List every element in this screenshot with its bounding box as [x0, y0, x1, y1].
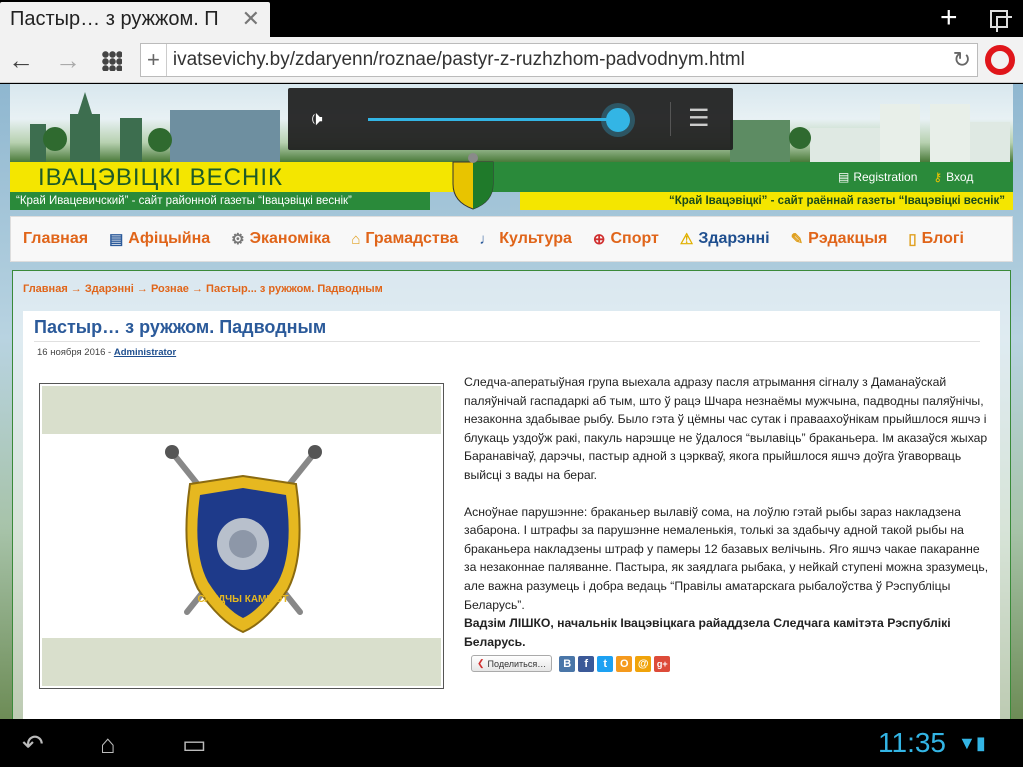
breadcrumb[interactable]: Главная → Здарэнні → Рознае → Пастыр... …	[23, 283, 383, 295]
document-icon: ▤	[109, 231, 124, 248]
menu-item-label: Афіцыйна	[128, 230, 211, 247]
recent-apps-icon[interactable]: ▭	[182, 729, 207, 760]
warning-icon: ⚠	[679, 231, 694, 248]
twitter-icon[interactable]: t	[597, 655, 614, 672]
menu-item-label: Рэдакцыя	[808, 230, 888, 247]
add-bookmark-icon[interactable]: +	[141, 44, 167, 76]
volume-overlay: 🕩 ☰	[288, 88, 733, 150]
newspaper-icon: ✎	[790, 231, 804, 248]
menu-item-label: Главная	[23, 230, 89, 247]
forward-icon[interactable]: →	[55, 45, 81, 76]
volume-divider	[670, 102, 671, 136]
article-title[interactable]: Пастыр… з ружжом. Падводным	[34, 317, 326, 338]
system-home-icon[interactable]: ⌂	[100, 729, 116, 760]
googleplus-icon[interactable]: g+	[654, 655, 671, 672]
menu-item-economy[interactable]: ⚙ Эканоміка	[231, 230, 330, 248]
close-tab-icon[interactable]: ✕	[242, 6, 260, 32]
id-card-icon: ▤	[838, 170, 850, 184]
menu-item-label: Спорт	[610, 230, 659, 247]
share-button[interactable]: ❮ Поделиться…	[471, 655, 553, 672]
login-label: Вход	[946, 170, 974, 184]
tab-title: Пастыр… з ружжом. П	[10, 8, 219, 30]
music-note-icon: ♩	[479, 230, 495, 248]
menu-item-label: Эканоміка	[249, 230, 331, 247]
article-date: 16 ноября 2016 -	[37, 347, 114, 358]
menu-item-label: Блогі	[921, 230, 964, 247]
web-page: ІВАЦЭВІЦКІ ВЕСНІК ▤ Registration ⚷ Вход “К…	[0, 84, 1023, 719]
account-links: ▤ Registration ⚷ Вход	[838, 170, 973, 184]
vk-icon[interactable]: В	[559, 655, 576, 672]
address-bar: ← → + ivatsevichy.by/zdaryenn/roznae/pas…	[0, 37, 1023, 83]
tagline-left: “Край Ивацевичский” - сайт районной газе…	[10, 192, 430, 210]
title-divider	[34, 341, 980, 342]
menu-item-incidents[interactable]: ⚠ Здарэнні	[680, 230, 770, 248]
sound-settings-icon[interactable]: ☰	[688, 104, 710, 133]
menu-item-editorial[interactable]: ✎ Рэдакцыя	[791, 230, 888, 248]
wifi-icon: ▼	[958, 733, 976, 753]
menu-item-label: Грамадства	[365, 230, 459, 247]
system-navigation-bar: ↶ ⌂ ▭ 11:35 ▼▮	[0, 719, 1023, 767]
menu-item-sport[interactable]: ⊕ Спорт	[593, 230, 659, 248]
coat-of-arms-icon	[452, 153, 494, 210]
share-icon: ❮	[477, 658, 485, 668]
article-paragraph: Асноўнае парушэнне: браканьер вылавіў со…	[464, 504, 989, 612]
facebook-icon[interactable]: f	[578, 655, 595, 672]
share-bar: ❮ Поделиться… В f t О @ g+	[471, 655, 671, 672]
lifebuoy-icon: ⊕	[592, 231, 606, 248]
home-icon: ⌂	[351, 230, 361, 248]
book-icon: ▯	[908, 231, 917, 248]
url-text[interactable]: ivatsevichy.by/zdaryenn/roznae/pastyr-z-…	[167, 49, 745, 71]
url-field[interactable]: + ivatsevichy.by/zdaryenn/roznae/pastyr-…	[140, 43, 978, 77]
menu-item-label: Культура	[499, 230, 572, 247]
status-icons: ▼▮	[958, 733, 986, 754]
opera-icon[interactable]	[985, 45, 1015, 75]
investigative-committee-emblem: СЛЕДЧЫ КАМІТЭТ	[165, 445, 322, 634]
volume-slider-thumb[interactable]	[606, 108, 630, 132]
article-paragraph: Следча-аператыўная група выехала адразу …	[464, 375, 988, 482]
menu-item-blogs[interactable]: ▯ Блогі	[908, 230, 964, 248]
clock: 11:35	[878, 727, 946, 758]
article-signature: Вадзім ЛІШКО, начальнік Івацэвіцкага рай…	[464, 616, 951, 649]
odnoklassniki-icon[interactable]: О	[616, 655, 633, 672]
system-back-icon[interactable]: ↶	[22, 729, 44, 760]
article: Пастыр… з ружжом. Падводным 16 ноября 20…	[23, 311, 1000, 719]
menu-item-home[interactable]: Главная	[23, 230, 88, 248]
login-link[interactable]: ⚷ Вход	[933, 170, 973, 184]
menu-item-culture[interactable]: ♩ Культура	[479, 230, 572, 248]
back-icon[interactable]: ←	[8, 45, 34, 76]
menu-item-society[interactable]: ⌂ Грамадства	[351, 230, 458, 248]
site-title[interactable]: ІВАЦЭВІЦКІ ВЕСНІК	[38, 164, 283, 192]
new-tab-icon[interactable]: +	[940, 2, 958, 34]
browser-tab-strip: Пастыр… з ружжом. П ✕ +	[0, 0, 1023, 37]
tabs-icon[interactable]	[990, 10, 1012, 32]
battery-icon: ▮	[975, 733, 986, 753]
menu-item-label: Здарэнні	[698, 230, 770, 247]
share-label: Поделиться…	[487, 658, 547, 669]
registration-label: Registration	[853, 170, 918, 184]
article-meta: 16 ноября 2016 - Administrator	[37, 347, 176, 358]
main-menu: Главная ▤ Афіцыйна ⚙ Эканоміка ⌂ Грамадства…	[10, 216, 1013, 262]
tagline-right: “Край Івацэвіцкі” - сайт раённай газеты …	[520, 192, 1013, 210]
author-link[interactable]: Administrator	[114, 347, 176, 358]
article-image[interactable]: СЛЕДЧЫ КАМІТЭТ	[39, 383, 444, 689]
speaker-icon: 🕩	[310, 108, 323, 130]
mail-icon[interactable]: @	[635, 655, 652, 672]
speed-dial-icon[interactable]	[102, 51, 122, 71]
menu-item-official[interactable]: ▤ Афіцыйна	[109, 230, 210, 248]
content-area: Главная → Здарэнні → Рознае → Пастыр... …	[12, 270, 1011, 719]
article-body: Следча-аператыўная група выехала адразу …	[464, 373, 992, 669]
gear-icon: ⚙	[231, 231, 245, 248]
registration-link[interactable]: ▤ Registration	[838, 170, 917, 184]
emblem-text: СЛЕДЧЫ КАМІТЭТ	[197, 594, 288, 605]
reload-icon[interactable]: ↻	[953, 47, 971, 73]
key-icon: ⚷	[933, 170, 943, 184]
browser-tab[interactable]: Пастыр… з ружжом. П ✕	[0, 2, 270, 37]
volume-slider-track[interactable]	[368, 118, 620, 121]
